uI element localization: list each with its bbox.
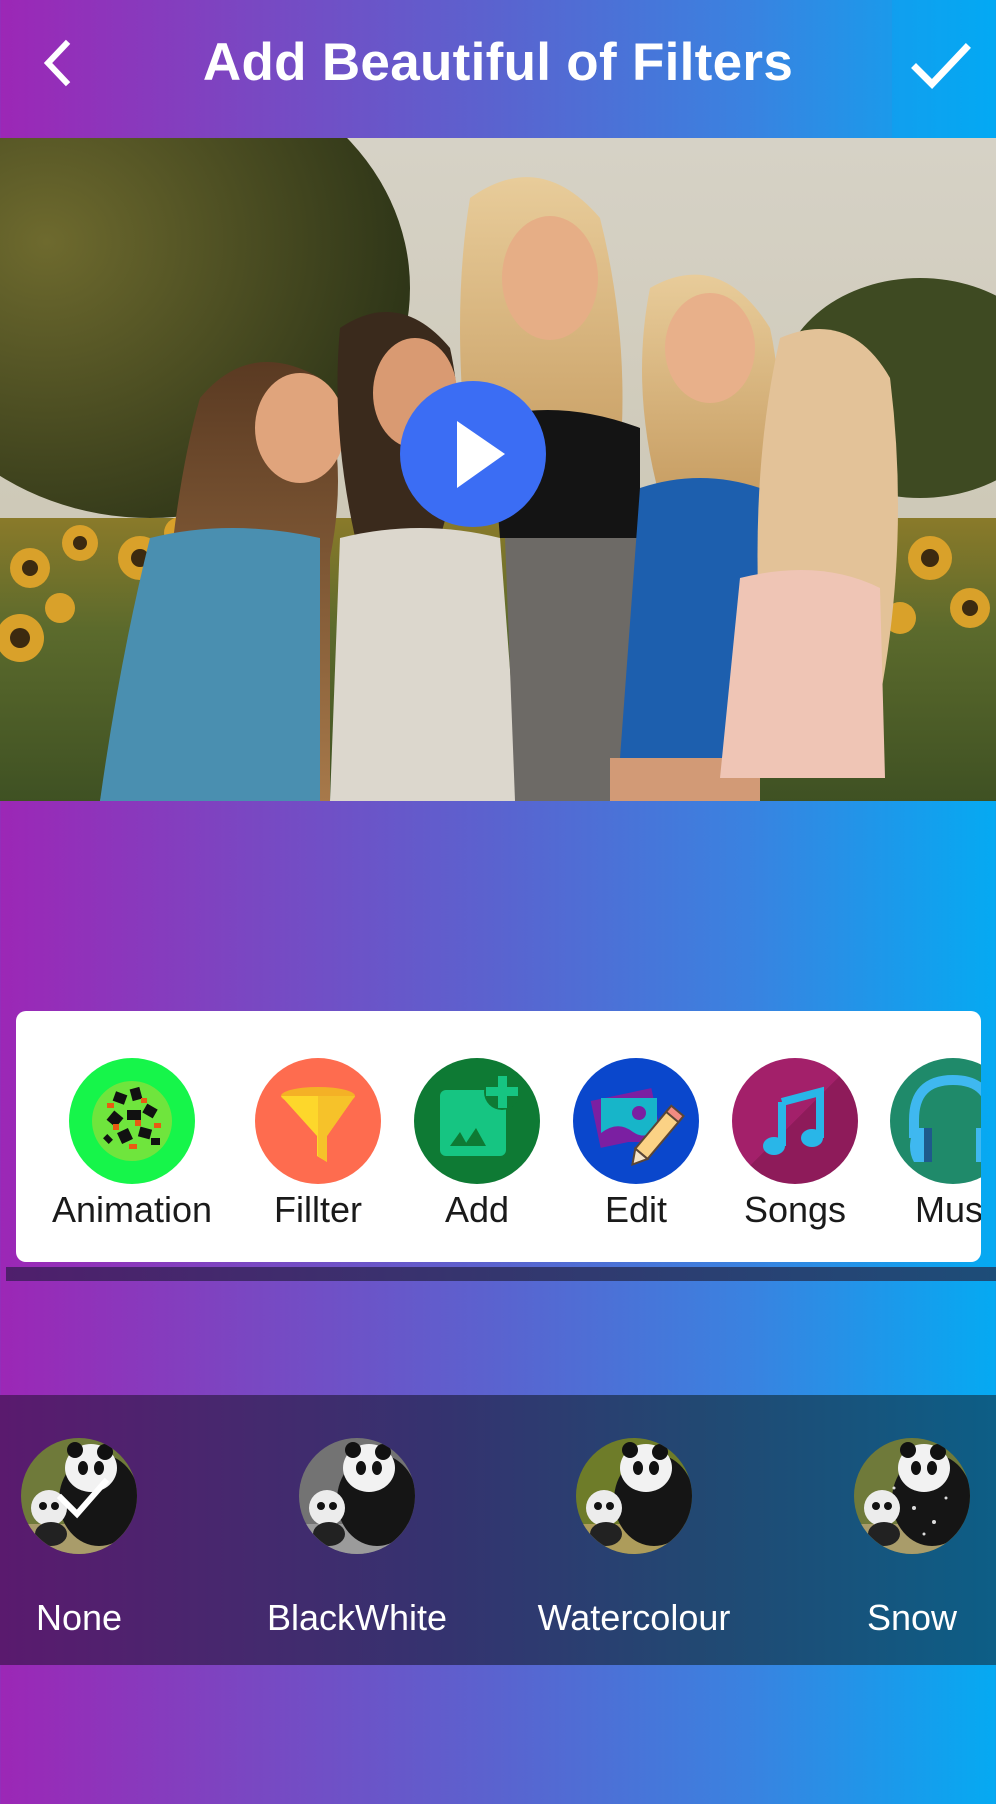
tools-card: Animation Fillter Add Edit Songs Mus <box>16 1011 981 1262</box>
play-button[interactable] <box>400 381 546 527</box>
filter-item-blackwhite[interactable]: BlackWhite <box>242 1395 472 1665</box>
tool-songs[interactable]: Songs <box>720 1046 870 1246</box>
tool-filter[interactable]: Fillter <box>243 1046 393 1246</box>
filter-item-none[interactable]: None <box>0 1395 194 1665</box>
panda-thumbnail <box>854 1438 970 1554</box>
headphones-icon <box>909 1074 981 1162</box>
edit-photo-icon <box>590 1088 685 1167</box>
add-image-icon <box>440 1074 520 1156</box>
tool-label: Animation <box>51 1189 213 1230</box>
done-button[interactable] <box>892 0 996 138</box>
funnel-icon <box>281 1087 355 1162</box>
tool-label: Musi <box>914 1189 981 1230</box>
tools-scrollbar[interactable] <box>6 1267 996 1281</box>
check-icon <box>911 43 971 90</box>
tool-edit[interactable]: Edit <box>561 1046 711 1246</box>
tool-add[interactable]: Add <box>402 1046 552 1246</box>
filter-label: None <box>35 1597 123 1638</box>
filter-item-watercolour[interactable]: Watercolour <box>519 1395 749 1665</box>
check-icon <box>56 1477 110 1519</box>
play-icon <box>457 421 505 488</box>
video-preview[interactable] <box>0 138 996 801</box>
filter-strip: None BlackWhite Watercolour Snow <box>0 1395 996 1665</box>
music-note-icon <box>763 1086 824 1155</box>
tool-music[interactable]: Musi <box>878 1046 981 1246</box>
panda-thumbnail <box>299 1438 415 1554</box>
filter-label: Snow <box>866 1597 958 1638</box>
filter-item-snow[interactable]: Snow <box>797 1395 996 1665</box>
header-bar: Add Beautiful of Filters <box>0 0 996 138</box>
filter-label: Watercolour <box>537 1597 731 1638</box>
animation-icon <box>92 1081 172 1161</box>
filter-label: BlackWhite <box>266 1597 448 1638</box>
tool-animation[interactable]: Animation <box>52 1046 212 1246</box>
page-title: Add Beautiful of Filters <box>202 33 794 92</box>
panda-thumbnail <box>576 1438 692 1554</box>
